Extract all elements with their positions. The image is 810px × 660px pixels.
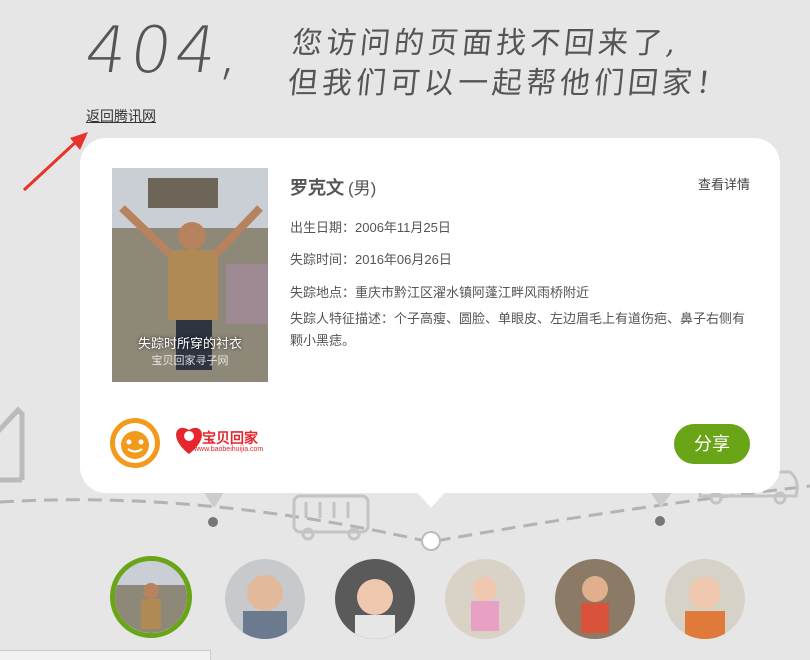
missing-time: 失踪时间：2016年06月26日: [290, 252, 452, 267]
photo-watermark: 宝贝回家寻子网: [151, 354, 229, 367]
headline: 您访问的页面找不回来了, 但我们可以一起帮他们回家！: [286, 24, 794, 104]
thumbnail-3[interactable]: [335, 559, 415, 639]
baobei-logo-text: 宝贝回家: [202, 431, 258, 447]
thumbnail-4[interactable]: [445, 559, 525, 639]
bus-icon: [292, 494, 370, 541]
view-details-link[interactable]: 查看详情: [698, 174, 750, 193]
person-name: 罗克文: [290, 178, 344, 198]
thumbnail-2[interactable]: [225, 559, 305, 639]
missing-person-card: 失踪时所穿的衬衣 宝贝回家寻子网 罗克文 (男) 查看详情 出生日期：2006年1…: [80, 138, 780, 493]
house-icon: [0, 406, 25, 483]
thumbnail-strip: [0, 556, 810, 656]
volunteer-logo-icon: [110, 418, 160, 468]
thumbnail-1[interactable]: [110, 556, 192, 638]
headline-line-2: 但我们可以一起帮他们回家！: [286, 66, 732, 101]
thumbnail-5[interactable]: [555, 559, 635, 639]
back-to-qq-link[interactable]: 返回腾讯网: [86, 106, 156, 126]
person-photo[interactable]: 失踪时所穿的衬衣 宝贝回家寻子网: [112, 168, 268, 382]
share-button[interactable]: 分享: [674, 424, 750, 464]
baobei-logo-url: www.baobeihuijia.com: [194, 446, 264, 453]
error-code: 404,: [80, 14, 250, 88]
timeline-dot: [421, 531, 441, 551]
birth-date: 出生日期：2006年11月25日: [290, 220, 451, 235]
person-features: 失踪人特征描述：个子高瘦、圆脸、单眼皮、左边眉毛上有道伤疤、鼻子右侧有颗小黑痣。: [290, 311, 746, 348]
missing-place: 失踪地点：重庆市黔江区濯水镇阿蓬江畔风雨桥附近: [290, 285, 590, 300]
person-gender: (男): [348, 179, 377, 198]
photo-caption: 失踪时所穿的衬衣: [137, 337, 242, 352]
headline-line-1: 您访问的页面找不回来了,: [290, 26, 682, 61]
card-pointer: [415, 490, 447, 508]
person-name-row: 罗克文 (男): [290, 174, 376, 200]
thumbnail-6[interactable]: [665, 559, 745, 639]
